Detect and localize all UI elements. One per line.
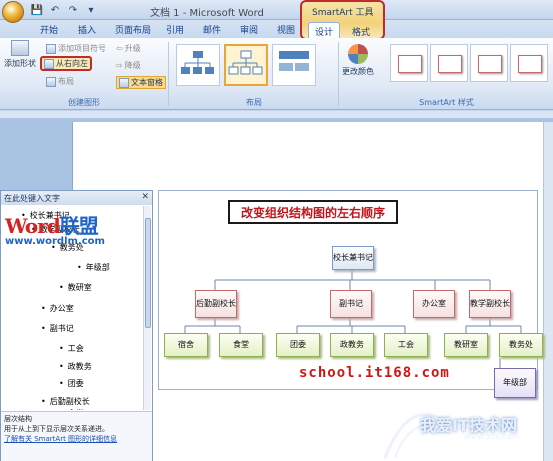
org-node-level3[interactable]: 宿舍	[164, 333, 208, 357]
office-button[interactable]	[2, 1, 24, 23]
org-node-level2[interactable]: 教学副校长	[469, 290, 511, 318]
org-node-level4[interactable]: 年级部	[494, 368, 536, 398]
org-node-level3[interactable]: 工会	[384, 333, 428, 357]
org-node-level3[interactable]: 团委	[276, 333, 320, 357]
org-node-level2[interactable]: 后勤副校长	[195, 290, 237, 318]
org-node-level3[interactable]: 教务处	[499, 333, 543, 357]
org-node-level3[interactable]: 教研室	[444, 333, 488, 357]
connector-lines	[184, 270, 522, 381]
org-node-root[interactable]: 校长兼书记	[332, 246, 374, 270]
corner-watermark: 我爱IT技术网 www.52ij.com	[380, 398, 553, 461]
org-node-level3[interactable]: 政教务	[330, 333, 374, 357]
org-node-level3[interactable]: 食堂	[219, 333, 263, 357]
corner-watermark-url: www.52ij.com	[464, 432, 520, 441]
org-node-level2[interactable]: 办公室	[413, 290, 455, 318]
watermark-site-url: school.it168.com	[299, 365, 450, 381]
org-node-level2[interactable]: 副书记	[330, 290, 372, 318]
